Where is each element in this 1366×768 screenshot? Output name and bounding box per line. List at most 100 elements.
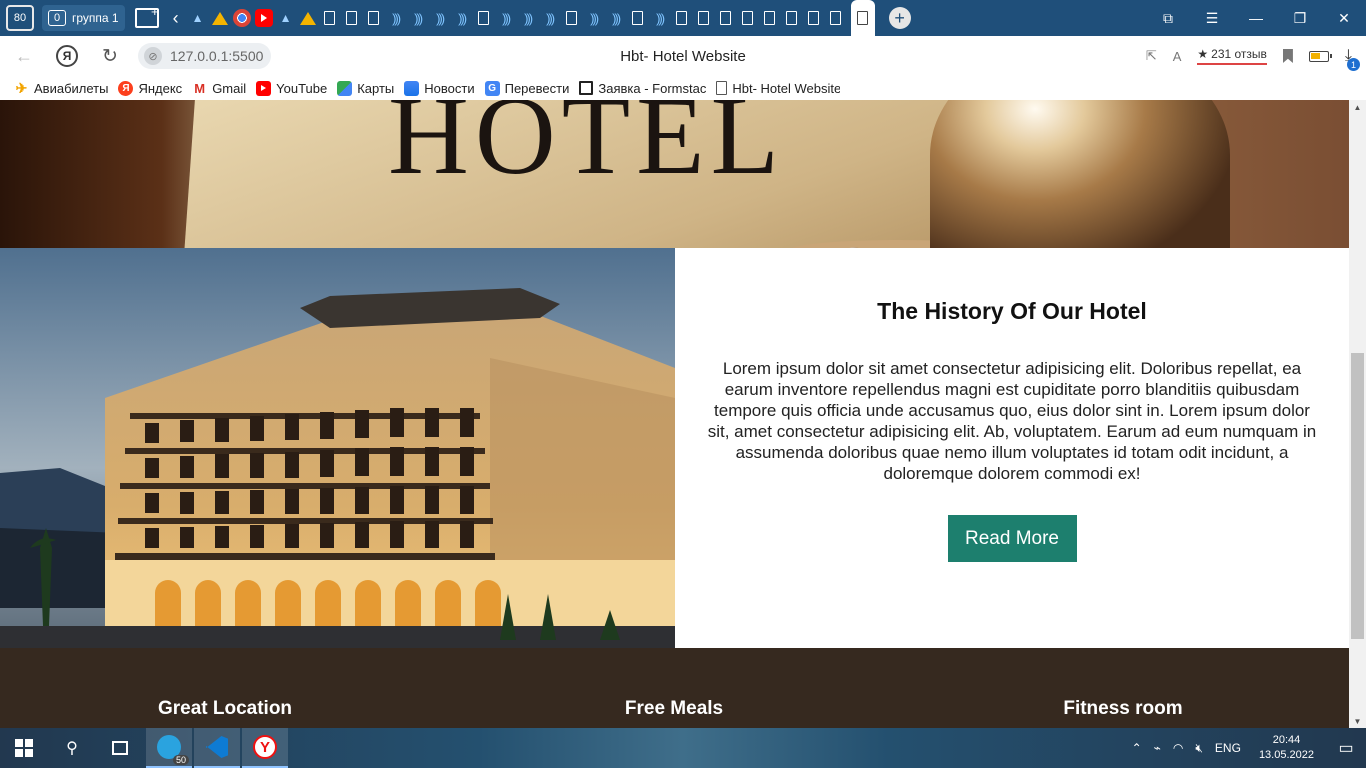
menu-icon[interactable]: ☰ — [1190, 0, 1234, 36]
tab-drive-icon[interactable] — [299, 9, 317, 27]
restore-button[interactable]: ❐ — [1278, 0, 1322, 36]
feature-great-location: Great Location — [157, 698, 293, 719]
tab-document-icon[interactable] — [343, 9, 361, 27]
reviews-button[interactable]: ★ 231 отзыв — [1197, 47, 1267, 65]
notifications-icon[interactable]: ▭ — [1326, 738, 1366, 758]
scroll-up-icon[interactable]: ▲ — [1349, 100, 1366, 114]
back-button[interactable]: ← — [12, 44, 36, 68]
tabs-scroll-left-icon[interactable]: ‹ — [169, 8, 183, 29]
volume-muted-icon[interactable]: 🔇︎ — [1189, 741, 1209, 756]
tab-document-icon[interactable] — [475, 9, 493, 27]
reload-button[interactable]: ↻ — [98, 44, 122, 68]
tab-stream-icon[interactable]: ))) — [387, 9, 405, 27]
tab-document-icon[interactable] — [717, 9, 735, 27]
tab-document-icon[interactable] — [673, 9, 691, 27]
active-tab[interactable] — [850, 0, 875, 36]
tab-youtube-icon[interactable] — [254, 9, 273, 27]
yandex-home-button[interactable]: Я — [56, 45, 78, 67]
network-alert-icon[interactable]: ⌁ — [1148, 741, 1167, 755]
translate-icon[interactable]: A — [1173, 49, 1182, 64]
tab-group-chip[interactable]: 0 группа 1 — [42, 5, 125, 31]
tab-document-icon[interactable] — [563, 9, 581, 27]
battery-saver-icon[interactable] — [1308, 50, 1332, 62]
tab-stream-icon[interactable]: ))) — [541, 9, 559, 27]
scrollbar-thumb[interactable] — [1351, 353, 1364, 639]
hotel-photo — [0, 248, 675, 648]
tab-group-count: 0 — [48, 10, 66, 26]
wifi-icon[interactable]: ◠ — [1167, 741, 1189, 755]
bookmark-label: Новости — [424, 80, 475, 96]
bookmark-item[interactable]: ✈ Авиабилеты — [14, 79, 109, 96]
tab-chrome-icon[interactable] — [232, 9, 251, 27]
youtube-icon — [256, 80, 272, 96]
collections-icon[interactable]: ⧉ — [1146, 0, 1190, 36]
clock-time: 20:44 — [1272, 734, 1301, 746]
tab-counter[interactable]: 80 — [6, 5, 34, 31]
tab-document-icon[interactable] — [827, 9, 845, 27]
tab-stream-icon[interactable]: ))) — [607, 9, 625, 27]
tab-stream-icon[interactable]: ))) — [585, 9, 603, 27]
tab-strip: 80 0 группа 1 ‹ ▲ ▲ ))) ))) ))) ))) ))) … — [0, 0, 1366, 36]
url-field[interactable]: ⊘ 127.0.0.1:5500 — [138, 43, 272, 69]
bookmark-item[interactable]: Hbt- Hotel Website — [716, 81, 840, 96]
bookmark-icon[interactable] — [1282, 49, 1293, 63]
bookmark-item[interactable]: Новости — [404, 80, 475, 96]
bookmark-item[interactable]: M Gmail — [192, 81, 246, 96]
search-icon[interactable]: ⚲ — [48, 728, 96, 768]
tab-graduation-icon[interactable]: ▲ — [189, 9, 207, 27]
tab-document-icon[interactable] — [321, 9, 339, 27]
bookmarks-bar: ✈ Авиабилеты Я Яндекс M Gmail YouTube Карты… — [0, 76, 1366, 100]
address-bar: ← Я ↻ ⊘ 127.0.0.1:5500 Hbt- Hotel Websit… — [0, 36, 1366, 76]
hotel-building-illustration — [0, 248, 675, 648]
translate-icon: G — [484, 80, 500, 96]
tab-stream-icon[interactable]: ))) — [497, 9, 515, 27]
tab-group-label: группа 1 — [72, 11, 119, 25]
bookmark-item[interactable]: G Перевести — [484, 80, 569, 96]
tab-drive-icon[interactable] — [211, 9, 229, 27]
service-bell — [930, 100, 1230, 248]
language-indicator[interactable]: ENG — [1209, 741, 1247, 755]
tab-document-icon[interactable] — [629, 9, 647, 27]
tab-document-icon[interactable] — [805, 9, 823, 27]
bookmark-label: Gmail — [212, 80, 247, 96]
url-text: 127.0.0.1:5500 — [170, 48, 264, 64]
tab-stream-icon[interactable]: ))) — [519, 9, 537, 27]
tab-document-icon[interactable] — [365, 9, 383, 27]
tab-stream-icon[interactable]: ))) — [651, 9, 669, 27]
tab-document-icon[interactable] — [783, 9, 801, 27]
task-view-icon[interactable] — [96, 728, 144, 768]
plane-icon: ✈ — [15, 79, 28, 96]
taskbar-telegram[interactable]: 50 — [146, 728, 192, 768]
tab-stream-icon[interactable]: ))) — [409, 9, 427, 27]
close-button[interactable]: ✕ — [1322, 0, 1366, 36]
bookmark-item[interactable]: Карты — [337, 80, 394, 96]
new-tab-button[interactable]: + — [888, 7, 911, 29]
share-icon[interactable]: ⇱ — [1146, 48, 1157, 64]
taskbar-yandex-browser[interactable]: Y — [242, 728, 288, 768]
bookmark-item[interactable]: YouTube — [256, 80, 327, 96]
tab-document-icon[interactable] — [761, 9, 779, 27]
windows-taskbar: ⚲ 50 Y ⌃ ⌁ ◠ 🔇︎ ENG 20:44 13.05.2022 ▭ — [0, 728, 1366, 768]
tab-document-icon[interactable] — [739, 9, 757, 27]
tab-stream-icon[interactable]: ))) — [431, 9, 449, 27]
new-group-icon[interactable] — [134, 4, 159, 28]
taskbar-vscode[interactable] — [194, 728, 240, 768]
site-info-icon[interactable]: ⊘ — [144, 47, 162, 65]
read-more-button[interactable]: Read More — [947, 515, 1077, 562]
show-hidden-icons[interactable]: ⌃ — [1126, 741, 1148, 755]
scroll-down-icon[interactable]: ▼ — [1349, 714, 1366, 728]
reviews-label: 231 отзыв — [1211, 47, 1267, 61]
tab-stream-icon[interactable]: ))) — [453, 9, 471, 27]
page-viewport: HOTEL The History Of Our Hotel Lorem ips… — [0, 100, 1349, 728]
downloads-icon[interactable]: ⤓ 1 — [1345, 47, 1360, 71]
tab-graduation-icon[interactable]: ▲ — [277, 9, 295, 27]
clock[interactable]: 20:44 13.05.2022 — [1247, 733, 1326, 763]
bookmark-item[interactable]: Заявка - Formstack — [579, 81, 706, 96]
bookmark-item[interactable]: Я Яндекс — [118, 80, 182, 96]
tab-document-icon[interactable] — [695, 9, 713, 27]
hero-sign-text: HOTEL — [388, 100, 786, 198]
page-scrollbar[interactable]: ▲ ▼ — [1349, 100, 1366, 728]
minimize-button[interactable]: — — [1234, 0, 1278, 36]
bookmark-label: Авиабилеты — [34, 80, 109, 96]
start-button[interactable] — [0, 728, 48, 768]
